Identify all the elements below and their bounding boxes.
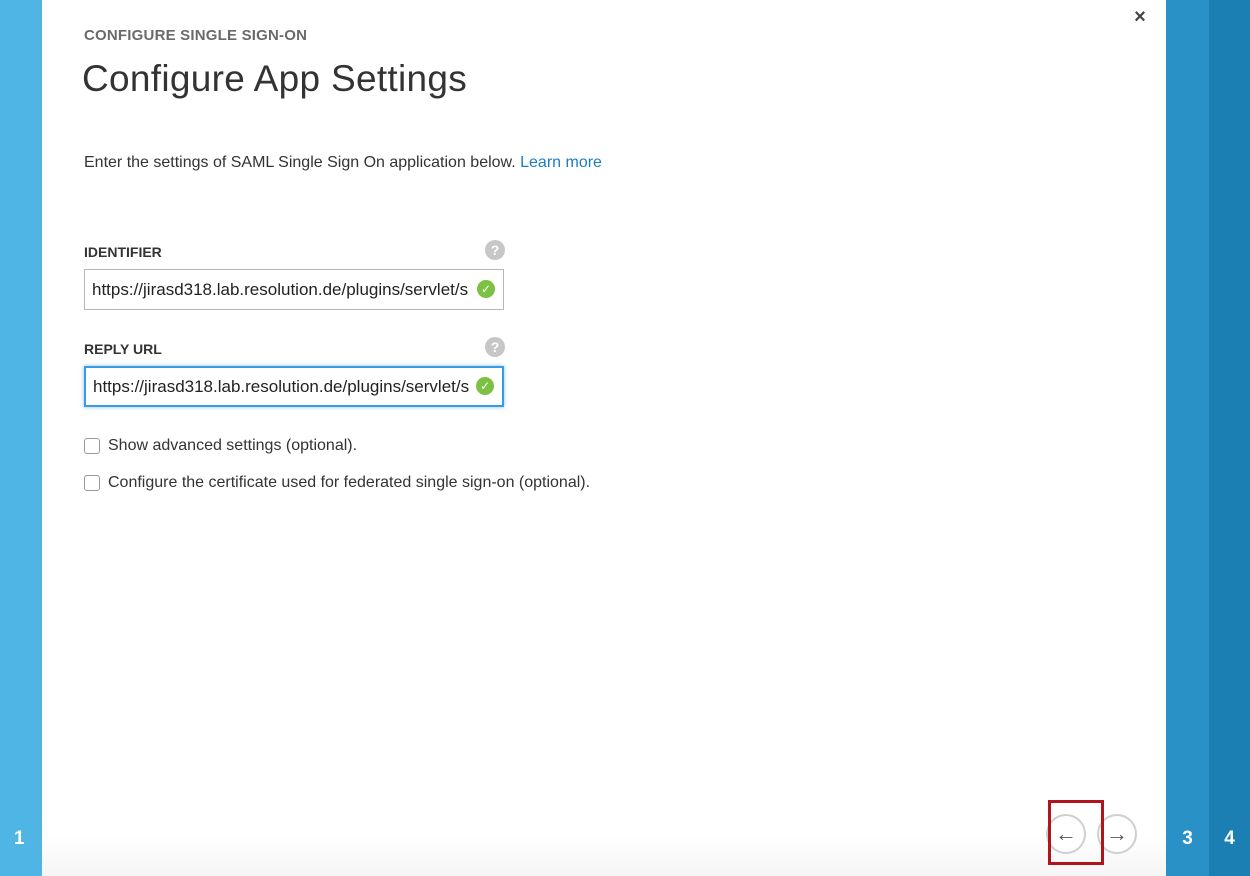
dialog-footer	[42, 836, 1166, 876]
intro-description: Enter the settings of SAML Single Sign O…	[84, 154, 516, 171]
close-icon[interactable]: ×	[1130, 6, 1150, 28]
reply-url-label: REPLY URL	[84, 341, 162, 357]
page-title: Configure App Settings	[82, 58, 468, 99]
reply-url-field: ✓	[84, 366, 504, 407]
next-button-highlight	[1048, 800, 1104, 865]
identifier-input[interactable]	[85, 270, 485, 309]
certificate-option[interactable]: Configure the certificate used for feder…	[84, 474, 590, 492]
advanced-settings-label: Show advanced settings (optional).	[108, 437, 358, 454]
configure-sso-dialog: × CONFIGURE SINGLE SIGN-ON Configure App…	[42, 0, 1166, 876]
wizard-step-4-strip[interactable]: 4	[1209, 0, 1250, 876]
step-number-4: 4	[1224, 828, 1235, 849]
advanced-settings-checkbox[interactable]	[84, 438, 100, 454]
identifier-label: IDENTIFIER	[84, 244, 162, 260]
identifier-valid-icon: ✓	[477, 280, 495, 298]
certificate-checkbox[interactable]	[84, 475, 100, 491]
identifier-field: ✓	[84, 269, 504, 310]
certificate-label: Configure the certificate used for feder…	[108, 474, 591, 491]
identifier-help-icon[interactable]: ?	[485, 240, 505, 260]
intro-text: Enter the settings of SAML Single Sign O…	[84, 154, 602, 172]
reply-url-help-icon[interactable]: ?	[485, 337, 505, 357]
wizard-step-3-strip[interactable]: 3	[1166, 0, 1209, 876]
wizard-step-1-strip[interactable]: 1	[0, 0, 42, 876]
learn-more-link[interactable]: Learn more	[520, 154, 602, 171]
reply-url-valid-icon: ✓	[476, 377, 494, 395]
reply-url-input[interactable]	[86, 368, 486, 405]
dialog-eyebrow: CONFIGURE SINGLE SIGN-ON	[84, 27, 308, 44]
step-number-3: 3	[1182, 828, 1193, 849]
advanced-settings-option[interactable]: Show advanced settings (optional).	[84, 437, 357, 455]
